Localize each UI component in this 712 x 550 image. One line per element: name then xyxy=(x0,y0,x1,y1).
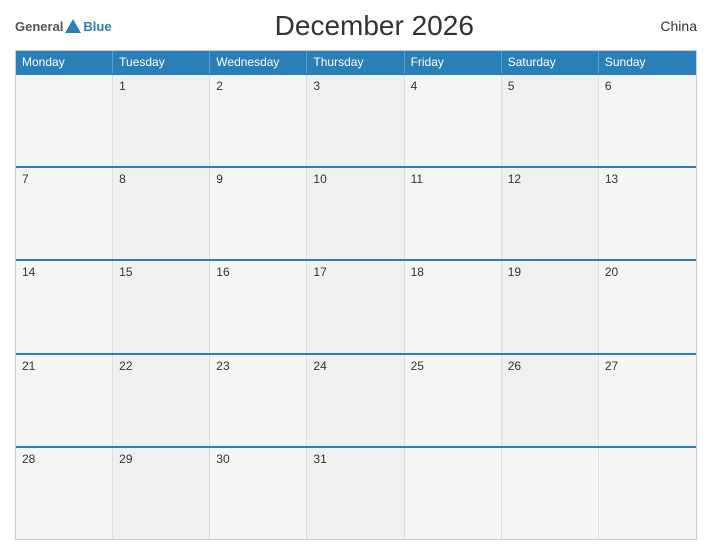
calendar-title: December 2026 xyxy=(112,10,637,42)
day-number: 6 xyxy=(605,79,612,93)
day-cell: 25 xyxy=(405,355,502,446)
day-number: 12 xyxy=(508,172,521,186)
day-number: 7 xyxy=(22,172,29,186)
day-cell: 3 xyxy=(307,75,404,166)
day-header-tuesday: Tuesday xyxy=(113,51,210,73)
day-cell xyxy=(16,75,113,166)
day-number: 4 xyxy=(411,79,418,93)
day-number: 14 xyxy=(22,265,35,279)
day-number: 26 xyxy=(508,359,521,373)
day-number: 17 xyxy=(313,265,326,279)
header: General Blue December 2026 China xyxy=(15,10,697,42)
day-number: 9 xyxy=(216,172,223,186)
day-number: 20 xyxy=(605,265,618,279)
day-number: 22 xyxy=(119,359,132,373)
week-row-2: 7 8 9 10 11 12 13 xyxy=(16,166,696,259)
day-header-saturday: Saturday xyxy=(502,51,599,73)
day-number: 2 xyxy=(216,79,223,93)
day-cell: 22 xyxy=(113,355,210,446)
day-header-monday: Monday xyxy=(16,51,113,73)
day-number: 24 xyxy=(313,359,326,373)
day-number: 13 xyxy=(605,172,618,186)
day-cell: 9 xyxy=(210,168,307,259)
day-cell: 15 xyxy=(113,261,210,352)
day-headers-row: MondayTuesdayWednesdayThursdayFridaySatu… xyxy=(16,51,696,73)
day-cell: 23 xyxy=(210,355,307,446)
day-cell: 12 xyxy=(502,168,599,259)
day-cell: 18 xyxy=(405,261,502,352)
day-number: 21 xyxy=(22,359,35,373)
day-number: 5 xyxy=(508,79,515,93)
day-cell: 21 xyxy=(16,355,113,446)
day-cell: 16 xyxy=(210,261,307,352)
day-cell: 5 xyxy=(502,75,599,166)
day-number: 29 xyxy=(119,452,132,466)
day-cell: 17 xyxy=(307,261,404,352)
day-number: 18 xyxy=(411,265,424,279)
day-number: 16 xyxy=(216,265,229,279)
weeks-container: 1234567891011121314151617181920212223242… xyxy=(16,73,696,539)
logo-triangle-icon xyxy=(65,19,81,33)
day-cell: 1 xyxy=(113,75,210,166)
logo: General Blue xyxy=(15,19,112,34)
week-row-3: 14 15 16 17 18 19 20 xyxy=(16,259,696,352)
day-number: 10 xyxy=(313,172,326,186)
day-number: 28 xyxy=(22,452,35,466)
day-number: 19 xyxy=(508,265,521,279)
day-cell: 27 xyxy=(599,355,696,446)
week-row-4: 21 22 23 24 25 26 27 xyxy=(16,353,696,446)
day-number: 31 xyxy=(313,452,326,466)
day-cell: 13 xyxy=(599,168,696,259)
day-header-friday: Friday xyxy=(405,51,502,73)
day-cell: 2 xyxy=(210,75,307,166)
day-cell: 11 xyxy=(405,168,502,259)
week-row-5: 28 29 30 31 xyxy=(16,446,696,539)
day-cell: 24 xyxy=(307,355,404,446)
day-cell: 19 xyxy=(502,261,599,352)
logo-general: General xyxy=(15,19,63,34)
day-cell: 6 xyxy=(599,75,696,166)
day-cell: 30 xyxy=(210,448,307,539)
day-cell xyxy=(405,448,502,539)
day-number: 11 xyxy=(411,172,423,186)
day-number: 30 xyxy=(216,452,229,466)
day-header-wednesday: Wednesday xyxy=(210,51,307,73)
day-number: 23 xyxy=(216,359,229,373)
calendar-page: General Blue December 2026 China MondayT… xyxy=(0,0,712,550)
day-number: 1 xyxy=(119,79,126,93)
day-cell: 8 xyxy=(113,168,210,259)
day-cell: 31 xyxy=(307,448,404,539)
day-cell: 29 xyxy=(113,448,210,539)
day-cell: 26 xyxy=(502,355,599,446)
day-number: 15 xyxy=(119,265,132,279)
day-cell: 4 xyxy=(405,75,502,166)
logo-blue: Blue xyxy=(83,19,111,34)
day-number: 27 xyxy=(605,359,618,373)
day-header-sunday: Sunday xyxy=(599,51,696,73)
day-cell xyxy=(502,448,599,539)
day-number: 8 xyxy=(119,172,126,186)
day-header-thursday: Thursday xyxy=(307,51,404,73)
day-cell: 7 xyxy=(16,168,113,259)
day-cell: 28 xyxy=(16,448,113,539)
day-cell xyxy=(599,448,696,539)
day-number: 3 xyxy=(313,79,320,93)
day-number: 25 xyxy=(411,359,424,373)
day-cell: 10 xyxy=(307,168,404,259)
week-row-1: 1 2 3 4 5 6 xyxy=(16,73,696,166)
day-cell: 20 xyxy=(599,261,696,352)
country-label: China xyxy=(637,18,697,34)
calendar-grid: MondayTuesdayWednesdayThursdayFridaySatu… xyxy=(15,50,697,540)
day-cell: 14 xyxy=(16,261,113,352)
